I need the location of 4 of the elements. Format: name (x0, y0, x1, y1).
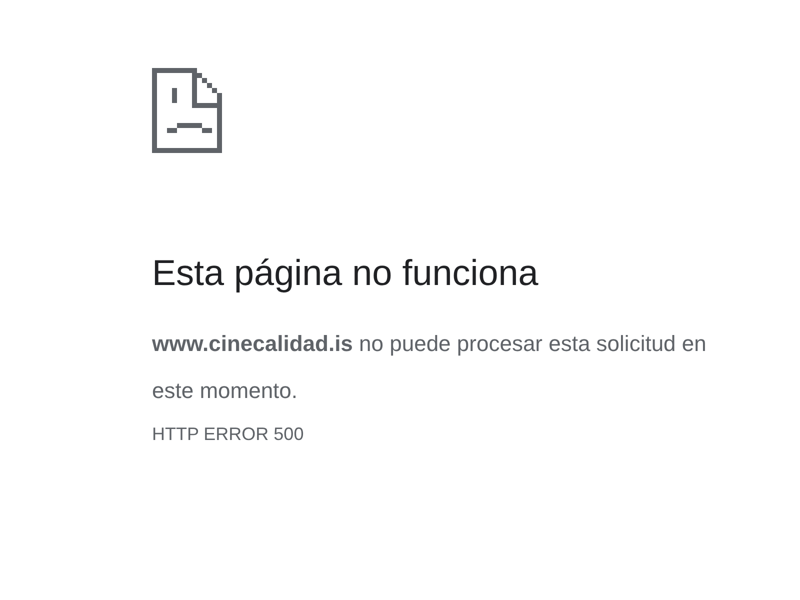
sad-page-icon (152, 68, 222, 153)
error-message: www.cinecalidad.is no puede procesar esta solicitud en este momento. (152, 330, 708, 406)
error-heading: Esta página no funciona (152, 251, 540, 294)
error-code: HTTP ERROR 500 (152, 424, 305, 446)
